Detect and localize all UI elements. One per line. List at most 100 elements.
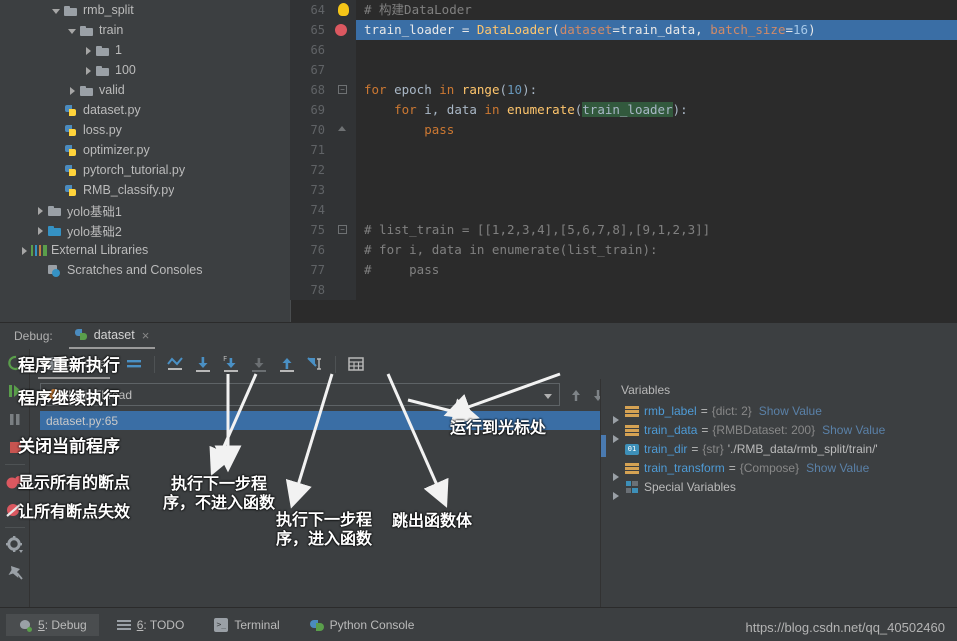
show-value-link[interactable]: Show Value bbox=[759, 404, 822, 418]
code-line[interactable]: 73 bbox=[290, 180, 957, 200]
gutter-marker[interactable] bbox=[332, 0, 356, 20]
step-over-icon[interactable] bbox=[191, 352, 215, 376]
status-button[interactable]: 6: TODO bbox=[105, 614, 197, 636]
variable-row[interactable]: rmb_label = {dict: 2} Show Value bbox=[601, 401, 957, 424]
code-line[interactable]: 72 bbox=[290, 160, 957, 180]
gutter-marker[interactable] bbox=[332, 40, 356, 60]
pane-splitter-handle[interactable] bbox=[601, 435, 606, 457]
pause-program-icon[interactable] bbox=[0, 405, 30, 433]
chevron-right-icon[interactable] bbox=[34, 204, 47, 217]
code-line[interactable]: 75− # list_train = [[1,2,3,4],[5,6,7,8],[… bbox=[290, 220, 957, 240]
fold-collapse-icon[interactable]: − bbox=[338, 225, 347, 234]
code-lines[interactable]: 64 # 构建DataLoder 65 train_loader = DataLoad… bbox=[290, 0, 957, 300]
variables-pane[interactable]: Variables rmb_label = {dict: 2} Show Value t… bbox=[600, 379, 957, 608]
code-line[interactable]: 78 bbox=[290, 280, 957, 300]
gutter-marker[interactable] bbox=[332, 240, 356, 260]
gutter-marker[interactable] bbox=[332, 60, 356, 80]
breakpoint-icon[interactable] bbox=[335, 24, 347, 36]
gutter-marker[interactable] bbox=[332, 100, 356, 120]
tree-item[interactable]: RMB_classify.py bbox=[0, 180, 290, 200]
gutter-marker[interactable]: − bbox=[332, 220, 356, 240]
status-tool-buttons[interactable]: 5: Debug 6: TODO >_ Terminal Python Console bbox=[0, 613, 427, 636]
show-execution-point-icon[interactable] bbox=[163, 352, 187, 376]
code-line[interactable]: 66 bbox=[290, 40, 957, 60]
variable-row[interactable]: train_transform = {Compose} Show Value bbox=[601, 458, 957, 481]
annotation-a3: 关闭当前程序 bbox=[18, 437, 120, 457]
step-out-icon[interactable] bbox=[275, 352, 299, 376]
tree-item[interactable]: dataset.py bbox=[0, 100, 290, 120]
close-icon[interactable]: × bbox=[142, 328, 150, 343]
tree-item[interactable]: pytorch_tutorial.py bbox=[0, 160, 290, 180]
frame-up-icon[interactable] bbox=[570, 387, 582, 403]
tree-item[interactable]: train bbox=[0, 20, 290, 40]
code-line[interactable]: 76 # for i, data in enumerate(list_train)… bbox=[290, 240, 957, 260]
status-bar[interactable]: 5: Debug 6: TODO >_ Terminal Python Console … bbox=[0, 607, 957, 641]
tree-item[interactable]: rmb_split bbox=[0, 0, 290, 20]
gutter-marker[interactable]: − bbox=[332, 80, 356, 100]
gutter-marker[interactable] bbox=[332, 260, 356, 280]
variable-row[interactable]: 01 train_dir = {str} './RMB_data/rmb_split/t… bbox=[601, 439, 957, 458]
show-value-link[interactable]: Show Value bbox=[806, 461, 869, 475]
code-line[interactable]: 74 bbox=[290, 200, 957, 220]
gutter-marker[interactable] bbox=[332, 200, 356, 220]
tree-item[interactable]: yolo基础2 bbox=[0, 220, 290, 240]
evaluate-expression-icon[interactable] bbox=[344, 352, 368, 376]
tree-item[interactable]: External Libraries bbox=[0, 240, 290, 260]
status-button[interactable]: >_ Terminal bbox=[202, 614, 291, 636]
variables-list[interactable]: rmb_label = {dict: 2} Show Value train_data =… bbox=[601, 401, 957, 500]
tree-item[interactable]: valid bbox=[0, 80, 290, 100]
settings-gear-icon[interactable] bbox=[0, 531, 30, 559]
project-tree-panel[interactable]: rmb_split train 1 100 valid dataset.py loss.py… bbox=[0, 0, 290, 322]
code-line[interactable]: 69 for i, data in enumerate(train_loader… bbox=[290, 100, 957, 120]
chevron-down-icon[interactable] bbox=[66, 24, 79, 37]
gutter-marker[interactable] bbox=[332, 180, 356, 200]
gutter-marker[interactable] bbox=[332, 160, 356, 180]
code-line[interactable]: 71 bbox=[290, 140, 957, 160]
annotation-a4: 显示所有的断点 bbox=[18, 473, 131, 492]
chevron-right-icon[interactable] bbox=[82, 64, 95, 77]
run-to-cursor-icon[interactable] bbox=[303, 352, 327, 376]
chevron-right-icon[interactable] bbox=[82, 44, 95, 57]
status-shortcut-key: 6 bbox=[136, 617, 144, 632]
layout-settings-icon[interactable] bbox=[122, 352, 146, 376]
debug-stepping-toolbar[interactable]: Console bbox=[30, 349, 957, 379]
tree-item[interactable]: Scratches and Consoles bbox=[0, 260, 290, 280]
gutter-marker[interactable] bbox=[332, 20, 356, 40]
chevron-right-icon[interactable] bbox=[66, 84, 79, 97]
tree-item[interactable]: yolo基础1 bbox=[0, 200, 290, 220]
force-step-into-icon[interactable] bbox=[247, 352, 271, 376]
variable-row[interactable]: Special Variables bbox=[601, 477, 957, 500]
chevron-down-icon[interactable] bbox=[544, 394, 552, 399]
status-button[interactable]: Python Console bbox=[298, 614, 427, 636]
line-number: 73 bbox=[290, 180, 332, 200]
gutter-marker[interactable] bbox=[332, 280, 356, 300]
variable-row[interactable]: train_data = {RMBDataset: 200} Show Value bbox=[601, 420, 957, 443]
code-line[interactable]: 67 bbox=[290, 60, 957, 80]
pin-tab-icon[interactable] bbox=[0, 559, 30, 587]
tree-item[interactable]: 1 bbox=[0, 40, 290, 60]
step-into-icon[interactable]: F bbox=[219, 352, 243, 376]
tree-item[interactable]: optimizer.py bbox=[0, 140, 290, 160]
tree-item[interactable]: loss.py bbox=[0, 120, 290, 140]
gutter-marker[interactable] bbox=[332, 120, 356, 140]
gutter-marker[interactable] bbox=[332, 140, 356, 160]
chevron-right-icon[interactable] bbox=[34, 224, 47, 237]
chevron-down-icon[interactable] bbox=[50, 4, 63, 17]
show-value-link[interactable]: Show Value bbox=[822, 423, 885, 437]
folder-icon bbox=[79, 83, 95, 98]
code-line[interactable]: 65 train_loader = DataLoader(dataset=trai… bbox=[290, 20, 957, 40]
code-editor[interactable]: 64 # 构建DataLoder 65 train_loader = DataLoad… bbox=[290, 0, 957, 322]
code-line[interactable]: 70 pass bbox=[290, 120, 957, 140]
debug-session-tab[interactable]: dataset × bbox=[68, 323, 156, 349]
chevron-right-icon[interactable] bbox=[18, 244, 31, 257]
fold-end-icon[interactable] bbox=[338, 125, 347, 134]
code-line[interactable]: 77 # pass bbox=[290, 260, 957, 280]
lightbulb-icon[interactable] bbox=[338, 3, 349, 16]
code-line[interactable]: 68− for epoch in range(10): bbox=[290, 80, 957, 100]
code-line[interactable]: 64 # 构建DataLoder bbox=[290, 0, 957, 20]
fold-collapse-icon[interactable]: − bbox=[338, 85, 347, 94]
tree-item[interactable]: 100 bbox=[0, 60, 290, 80]
status-button[interactable]: 5: Debug bbox=[6, 613, 99, 636]
annotation-a1: 程序重新执行 bbox=[18, 356, 120, 376]
frames-pane[interactable]: MainThread dataset.py:65 bbox=[30, 379, 602, 608]
